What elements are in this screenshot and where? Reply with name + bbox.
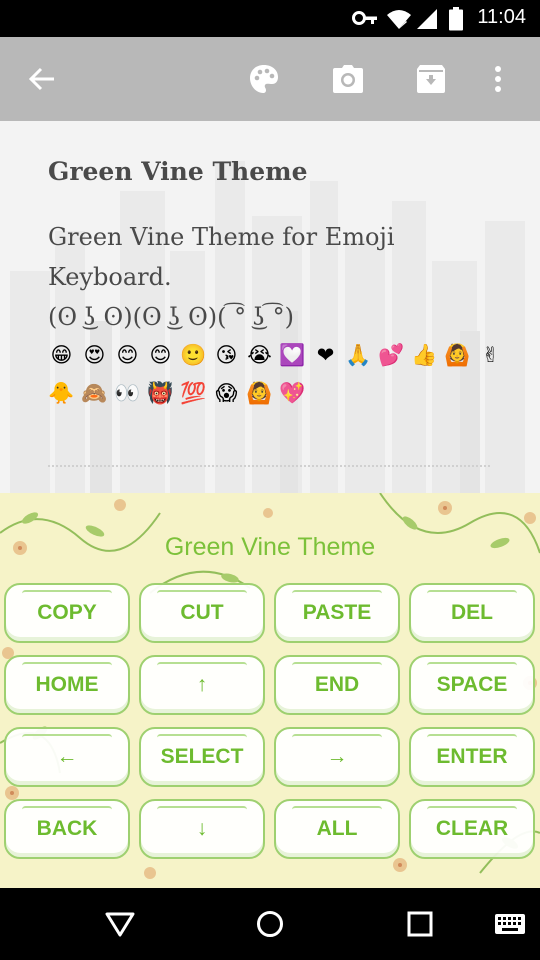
emoji: 😭 [247, 343, 272, 367]
space-key[interactable]: SPACE [409, 655, 535, 715]
emoji: 💯 [180, 381, 207, 405]
end-key[interactable]: END [274, 655, 400, 715]
recents-square-icon[interactable] [400, 904, 440, 944]
note-line: Green Vine Theme for Emoji [48, 223, 395, 251]
select-key[interactable]: SELECT [139, 727, 265, 787]
select-all-key[interactable]: ALL [274, 799, 400, 859]
home-circle-icon[interactable] [250, 904, 290, 944]
emoji: 😘 [215, 343, 238, 367]
palette-icon[interactable] [244, 59, 284, 99]
emoji: ❤ [316, 343, 335, 367]
enter-key[interactable]: ENTER [409, 727, 535, 787]
home-key[interactable]: HOME [4, 655, 130, 715]
archive-icon[interactable] [411, 59, 451, 99]
note-content: Green Vine Theme Green Vine Theme for Em… [0, 121, 540, 493]
emoji: 😁 [50, 343, 73, 367]
emoji: 🙂 [180, 343, 207, 367]
note-title: Green Vine Theme [48, 157, 308, 186]
emoji: 🙆 [444, 343, 471, 367]
key-icon [352, 8, 378, 32]
status-bar: 11:04 [0, 0, 540, 37]
emoji-row: 😁 😍 😊 😊 🙂 😘 😭 💟 ❤ 🙏 💕 👍 🙆 ✌ [48, 341, 504, 369]
emoji: 🐥 [48, 381, 75, 405]
emoji-row: 🐥 🙈 👀 👹 💯 😱 🙆 💖 [48, 379, 306, 407]
emoji: 👀 [114, 381, 141, 405]
arrow-down-key[interactable]: ↓ [139, 799, 265, 859]
arrow-right-key[interactable]: → [274, 727, 400, 787]
emoji: 💕 [378, 343, 405, 367]
back-arrow-icon[interactable] [22, 59, 62, 99]
back-triangle-icon[interactable] [100, 904, 140, 944]
paste-key[interactable]: PASTE [274, 583, 400, 643]
emoji: 💟 [279, 343, 306, 367]
emoji: 🙆 [246, 381, 273, 405]
back-key[interactable]: BACK [4, 799, 130, 859]
emoji: 😍 [83, 343, 106, 367]
cell-signal-icon [416, 8, 438, 34]
camera-icon[interactable] [328, 59, 368, 99]
keyboard-icon[interactable] [490, 904, 530, 944]
emoji: 👹 [147, 381, 174, 405]
emoji: 💖 [279, 381, 306, 405]
emoji: ✌ [481, 343, 500, 367]
emoji: 👍 [411, 343, 438, 367]
clear-key[interactable]: CLEAR [409, 799, 535, 859]
keyboard-theme-title: Green Vine Theme [164, 533, 376, 561]
content-divider [48, 465, 490, 467]
battery-icon [448, 7, 464, 35]
cut-key[interactable]: CUT [139, 583, 265, 643]
arrow-up-key[interactable]: ↑ [139, 655, 265, 715]
emoji: 🙈 [81, 381, 108, 405]
emoji: 😱 [215, 381, 238, 405]
kaomoji-line: (ʘ ͜ʖ ʘ)(ʘ ͜ʖ ʘ)( ͡° ͜ʖ ͡°) [48, 303, 294, 331]
note-body[interactable]: Green Vine Theme for Emoji Keyboard. (ʘ … [48, 217, 488, 337]
arrow-left-key[interactable]: ← [4, 727, 130, 787]
emoji: 🙏 [345, 343, 372, 367]
emoji: 😊 [149, 343, 172, 367]
copy-key[interactable]: COPY [4, 583, 130, 643]
emoji: 😊 [116, 343, 139, 367]
navigation-bar [0, 888, 540, 960]
app-toolbar [0, 37, 540, 121]
note-line: Keyboard. [48, 263, 172, 291]
delete-key[interactable]: DEL [409, 583, 535, 643]
more-vert-icon[interactable] [478, 59, 518, 99]
keyboard-panel: Green Vine Theme COPY CUT PASTE DEL HOME… [0, 493, 540, 888]
status-time: 11:04 [477, 6, 526, 28]
wifi-icon [386, 8, 412, 34]
